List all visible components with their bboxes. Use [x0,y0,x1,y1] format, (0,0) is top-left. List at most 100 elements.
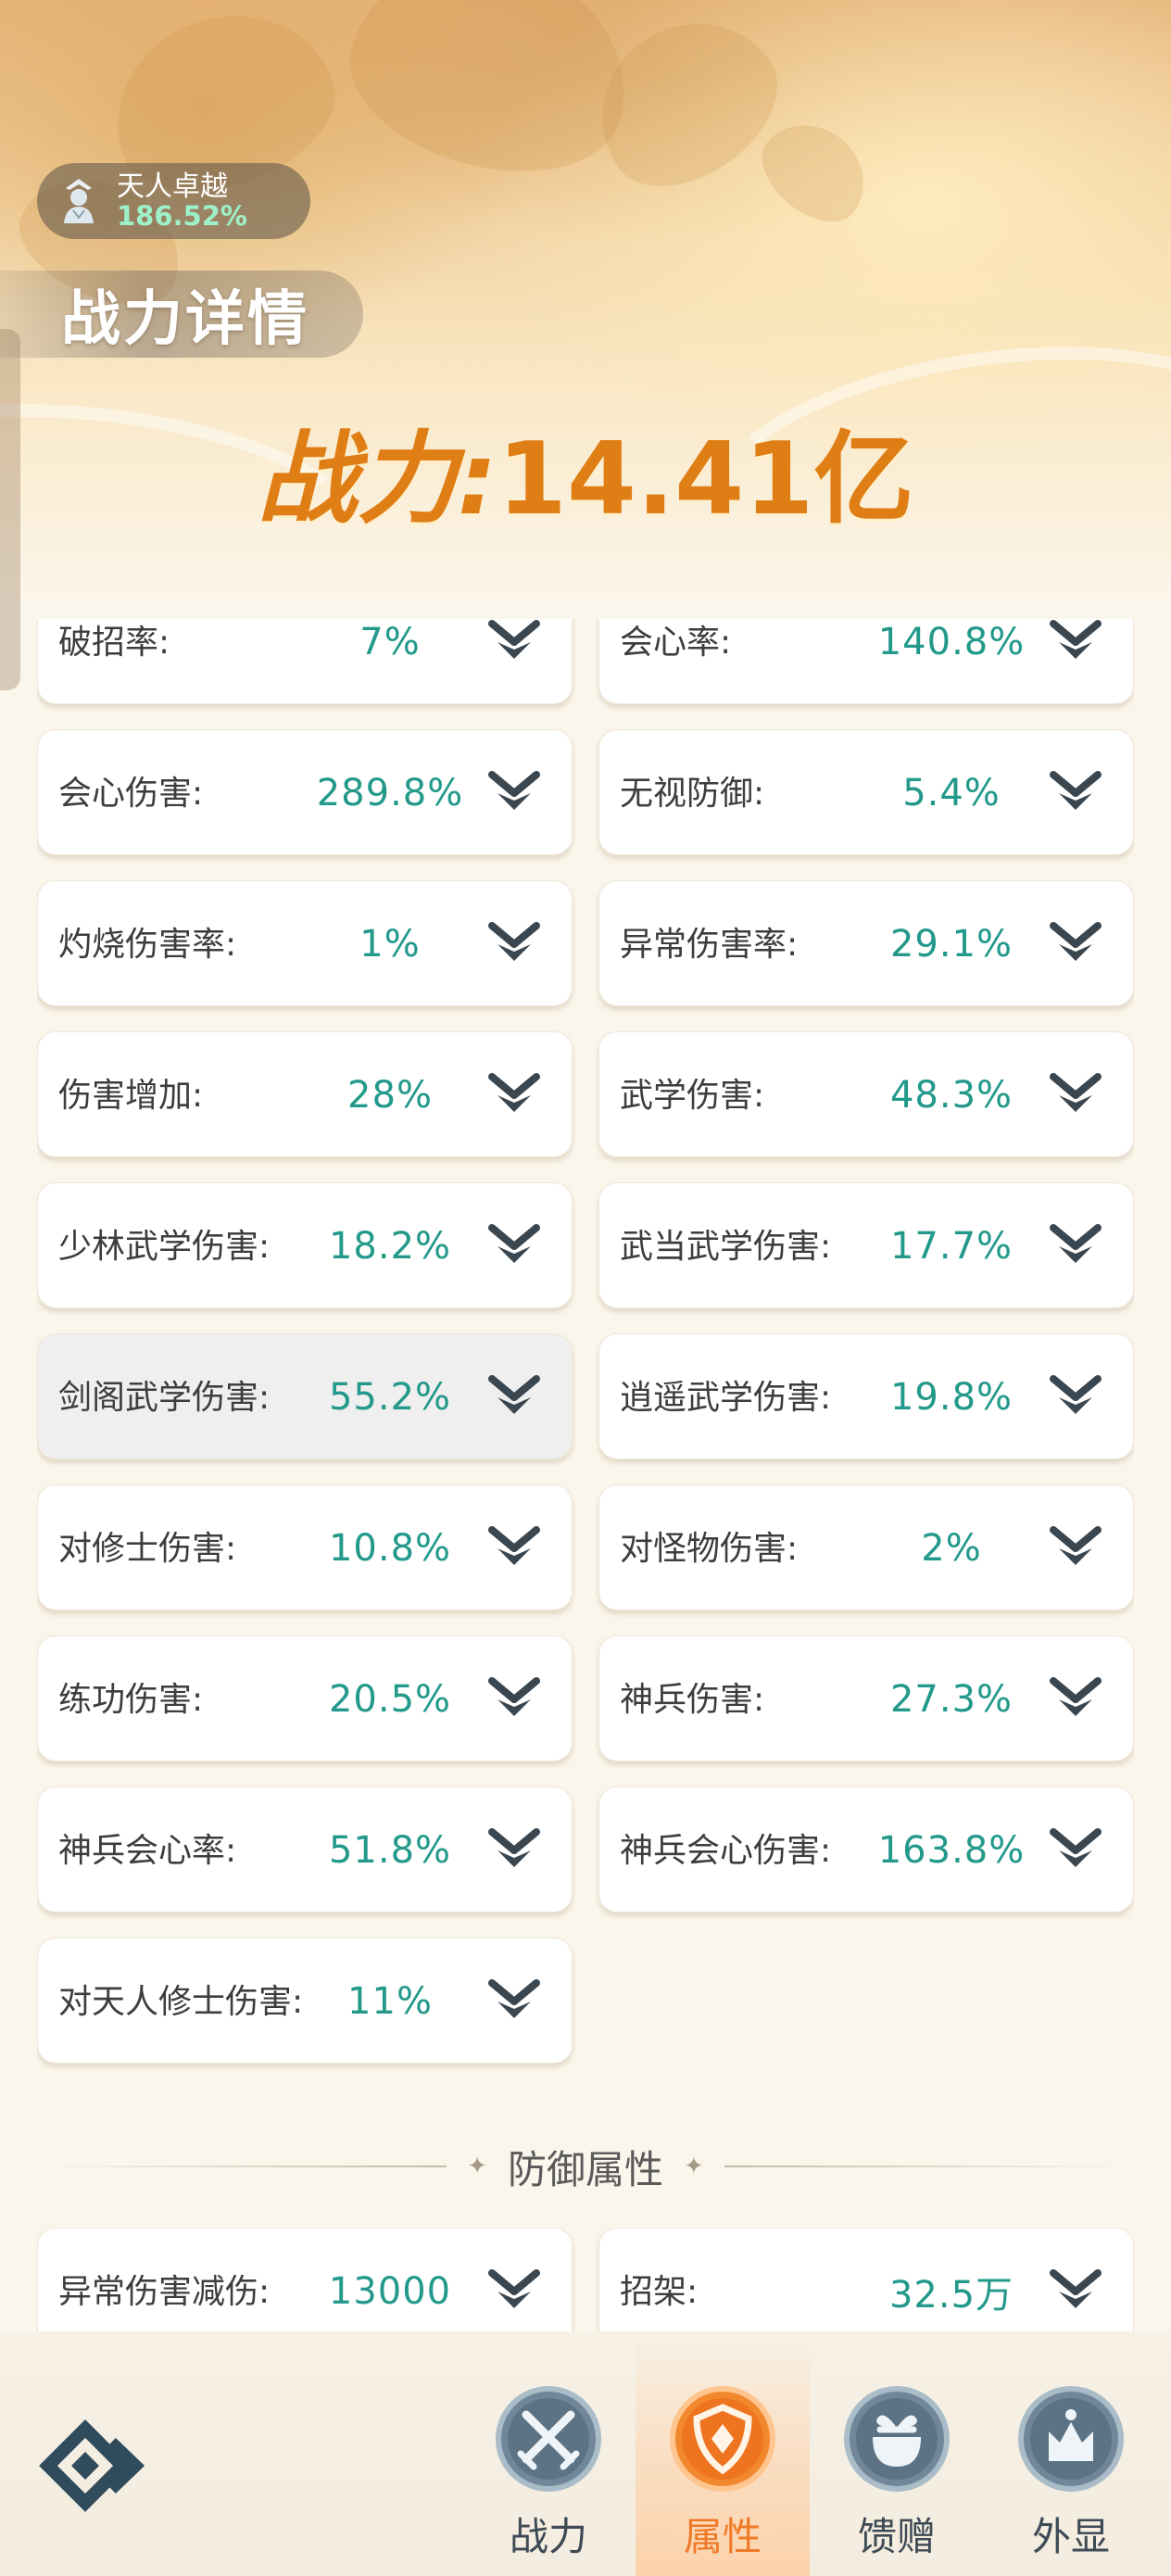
stat-card[interactable]: 神兵会心伤害: 163.8% [598,1787,1134,1913]
chevron-down-icon [488,1224,540,1263]
stat-card[interactable]: 逍遥武学伤害: 19.8% [598,1333,1134,1459]
chevron-down-icon [1050,1073,1102,1112]
stat-value: 55.2% [328,1376,452,1419]
rank-avatar-icon [50,172,107,230]
power-value: 14.41亿 [497,422,914,537]
stat-value: 28% [347,1074,433,1117]
stat-card[interactable]: 无视防御: 5.4% [598,729,1134,855]
stat-value: 48.3% [889,1074,1014,1117]
chevron-down-icon [1050,1526,1102,1565]
nav-tab-gift[interactable]: 馈赠 [810,2331,984,2576]
defense-section-title: 防御属性 [508,2146,664,2192]
chevron-down-icon [488,1526,540,1565]
chevron-down-icon [488,620,540,659]
stat-card[interactable]: 灼烧伤害率: 1% [37,880,573,1006]
stat-card[interactable]: 异常伤害率: 29.1% [598,880,1134,1006]
stat-label: 异常伤害率: [620,925,799,964]
stat-value: 10.8% [328,1527,452,1570]
stat-value: 7% [359,621,421,663]
stat-label: 对怪物伤害: [620,1529,799,1568]
chevron-down-icon [1050,1677,1102,1716]
stat-value: 51.8% [328,1829,452,1872]
stat-label: 破招率: [58,623,170,662]
stat-value: 19.8% [889,1376,1014,1419]
chevron-down-icon [488,2269,540,2308]
stat-value: 17.7% [889,1225,1014,1268]
stat-card[interactable]: 神兵伤害: 27.3% [598,1635,1134,1762]
stat-value: 13000 [328,2270,452,2313]
chevron-down-icon [488,1073,540,1112]
shield-icon [670,2386,775,2492]
bottom-nav: 战力 属性 馈赠 外显 [0,2331,1171,2576]
stat-label: 会心率: [620,623,732,662]
stat-value: 32.5万 [888,2274,1014,2317]
stat-label: 伤害增加: [58,1076,204,1115]
stat-label: 无视防御: [620,774,765,813]
total-power: 战力:14.41亿 [0,398,1171,543]
stat-value: 18.2% [328,1225,452,1268]
stat-card[interactable]: 神兵会心率: 51.8% [37,1787,573,1913]
chevron-down-icon [1050,1375,1102,1414]
stat-card[interactable]: 招架: 32.5万 [598,2228,1134,2331]
rank-badge[interactable]: 天人卓越 186.52% [37,163,310,239]
chevron-down-icon [1050,620,1102,659]
stat-label: 神兵伤害: [620,1680,765,1719]
stat-value: 27.3% [889,1678,1014,1721]
nav-tab-attributes[interactable]: 属性 [636,2331,810,2576]
stat-card[interactable]: 破招率: 7% [37,619,573,704]
stat-label: 武当武学伤害: [620,1227,832,1266]
chevron-down-icon [1050,771,1102,810]
page-title: 战力详情 [61,285,309,354]
nav-tab-attributes-label: 属性 [683,2514,762,2559]
stat-label: 招架: [620,2272,699,2311]
stat-label: 异常伤害减伤: [58,2272,271,2311]
stat-card[interactable]: 对怪物伤害: 2% [598,1484,1134,1610]
nav-tab-power[interactable]: 战力 [461,2331,636,2576]
stat-label: 剑阁武学伤害: [58,1378,271,1417]
rank-name: 天人卓越 [117,170,228,204]
stat-value: 1% [359,923,421,966]
stats-grid: 破招率: 7% 会心率: 140.8% 会心伤害: 289.8% 无视防御: 5.4% 灼烧伤害… [37,619,1134,2088]
chevron-down-icon [488,1979,540,2018]
back-arrow-icon [39,2419,145,2512]
chevron-down-icon [1050,922,1102,961]
stat-label: 对天人修士伤害: [58,1982,304,2021]
stat-value: 2% [921,1527,982,1570]
stat-label: 少林武学伤害: [58,1227,271,1266]
stat-value: 20.5% [328,1678,452,1721]
stat-card[interactable]: 剑阁武学伤害: 55.2% [37,1333,573,1459]
stat-card[interactable]: 伤害增加: 28% [37,1031,573,1157]
chevron-down-icon [1050,2269,1102,2308]
stat-card[interactable]: 会心率: 140.8% [598,619,1134,704]
nav-tab-gift-label: 馈赠 [857,2514,936,2559]
stat-label: 神兵会心率: [58,1831,237,1870]
page-title-pill: 战力详情 [0,271,363,358]
stat-card[interactable]: 武当武学伤害: 17.7% [598,1182,1134,1308]
stat-value: 140.8% [877,621,1026,663]
stat-card[interactable]: 对天人修士伤害: 11% [37,1938,573,2064]
chevron-down-icon [488,1375,540,1414]
stat-label: 练功伤害: [58,1680,204,1719]
stat-label: 灼烧伤害率: [58,925,237,964]
nav-tab-appearance[interactable]: 外显 [984,2331,1158,2576]
back-button[interactable] [39,2415,159,2517]
nav-tab-power-label: 战力 [509,2514,587,2559]
stat-card[interactable]: 练功伤害: 20.5% [37,1635,573,1762]
chevron-down-icon [1050,1224,1102,1263]
stat-card[interactable]: 异常伤害减伤: 13000 [37,2228,573,2331]
stat-card[interactable]: 会心伤害: 289.8% [37,729,573,855]
gift-icon [844,2386,950,2492]
chevron-down-icon [1050,1828,1102,1867]
chevron-down-icon [488,771,540,810]
divider [37,2166,447,2167]
diamond-icon: ✦ [684,2153,704,2180]
nav-tab-appearance-label: 外显 [1031,2514,1110,2559]
stat-label: 会心伤害: [58,774,204,813]
stat-label: 逍遥武学伤害: [620,1378,832,1417]
power-label: 战力: [257,422,497,537]
stat-card[interactable]: 对修士伤害: 10.8% [37,1484,573,1610]
stat-card[interactable]: 少林武学伤害: 18.2% [37,1182,573,1308]
stat-label: 神兵会心伤害: [620,1831,832,1870]
stat-card[interactable]: 武学伤害: 48.3% [598,1031,1134,1157]
chevron-down-icon [488,922,540,961]
